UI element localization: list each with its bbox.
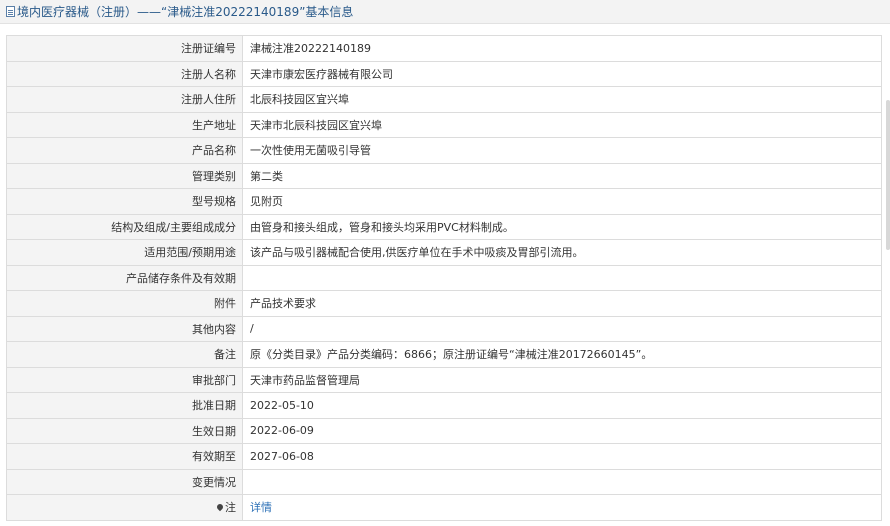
info-table: 注册证编号 津械注准20222140189 注册人名称 天津市康宏医疗器械有限公…: [6, 35, 882, 521]
row-value: 2027-06-08: [242, 443, 882, 470]
row-value: 津械注准20222140189: [242, 35, 882, 62]
document-icon: [6, 6, 15, 17]
table-row: 生效日期 2022-06-09: [6, 417, 882, 444]
row-label: 产品名称: [6, 137, 243, 164]
row-value: 见附页: [242, 188, 882, 215]
row-label: 备注: [6, 341, 243, 368]
row-label: 结构及组成/主要组成成分: [6, 213, 243, 240]
row-label: 其他内容: [6, 315, 243, 342]
row-value: 原《分类目录》产品分类编码：6866；原注册证编号“津械注准2017266014…: [242, 341, 882, 368]
table-row: 管理类别 第二类: [6, 162, 882, 189]
table-row-note: 注 详情: [6, 494, 882, 521]
row-value: [242, 468, 882, 495]
scrollbar[interactable]: [886, 100, 890, 250]
table-row: 产品储存条件及有效期: [6, 264, 882, 291]
row-label: 注册证编号: [6, 35, 243, 62]
row-label: 审批部门: [6, 366, 243, 393]
table-row: 注册人住所 北辰科技园区宜兴埠: [6, 86, 882, 113]
table-row: 产品名称 一次性使用无菌吸引导管: [6, 137, 882, 164]
row-label: 注册人住所: [6, 86, 243, 113]
table-row: 附件 产品技术要求: [6, 290, 882, 317]
row-label: 有效期至: [6, 443, 243, 470]
row-value: 天津市北辰科技园区宜兴埠: [242, 111, 882, 138]
row-value: 北辰科技园区宜兴埠: [242, 86, 882, 113]
row-value: 2022-05-10: [242, 392, 882, 419]
row-label: 附件: [6, 290, 243, 317]
row-value: 2022-06-09: [242, 417, 882, 444]
note-label: 注: [225, 501, 236, 515]
row-label: 生效日期: [6, 417, 243, 444]
row-value: 该产品与吸引器械配合使用,供医疗单位在手术中吸痰及胃部引流用。: [242, 239, 882, 266]
table-row: 结构及组成/主要组成成分 由管身和接头组成，管身和接头均采用PVC材料制成。: [6, 213, 882, 240]
row-value: 一次性使用无菌吸引导管: [242, 137, 882, 164]
row-value: 产品技术要求: [242, 290, 882, 317]
table-row: 有效期至 2027-06-08: [6, 443, 882, 470]
row-value: [242, 264, 882, 291]
table-row: 适用范围/预期用途 该产品与吸引器械配合使用,供医疗单位在手术中吸痰及胃部引流用…: [6, 239, 882, 266]
details-link[interactable]: 详情: [250, 501, 272, 514]
note-label-cell: 注: [6, 494, 243, 521]
row-value: 天津市康宏医疗器械有限公司: [242, 60, 882, 87]
row-label: 产品储存条件及有效期: [6, 264, 243, 291]
table-row: 变更情况: [6, 468, 882, 495]
table-row: 其他内容 /: [6, 315, 882, 342]
table-row: 审批部门 天津市药品监督管理局: [6, 366, 882, 393]
table-row: 批准日期 2022-05-10: [6, 392, 882, 419]
table-row: 型号规格 见附页: [6, 188, 882, 215]
page-title: 境内医疗器械（注册）——“津械注准20222140189”基本信息: [17, 5, 354, 19]
table-row: 注册证编号 津械注准20222140189: [6, 35, 882, 62]
table-row: 注册人名称 天津市康宏医疗器械有限公司: [6, 60, 882, 87]
pin-icon: [215, 503, 225, 512]
row-value: 由管身和接头组成，管身和接头均采用PVC材料制成。: [242, 213, 882, 240]
row-label: 变更情况: [6, 468, 243, 495]
row-label: 注册人名称: [6, 60, 243, 87]
table-row: 生产地址 天津市北辰科技园区宜兴埠: [6, 111, 882, 138]
row-value: /: [242, 315, 882, 342]
row-value: 天津市药品监督管理局: [242, 366, 882, 393]
row-label: 生产地址: [6, 111, 243, 138]
row-label: 批准日期: [6, 392, 243, 419]
row-label: 型号规格: [6, 188, 243, 215]
row-value: 第二类: [242, 162, 882, 189]
page-title-bar: 境内医疗器械（注册）——“津械注准20222140189”基本信息: [0, 0, 890, 24]
row-label: 管理类别: [6, 162, 243, 189]
note-value-cell: 详情: [242, 494, 882, 521]
row-label: 适用范围/预期用途: [6, 239, 243, 266]
table-row: 备注 原《分类目录》产品分类编码：6866；原注册证编号“津械注准2017266…: [6, 341, 882, 368]
